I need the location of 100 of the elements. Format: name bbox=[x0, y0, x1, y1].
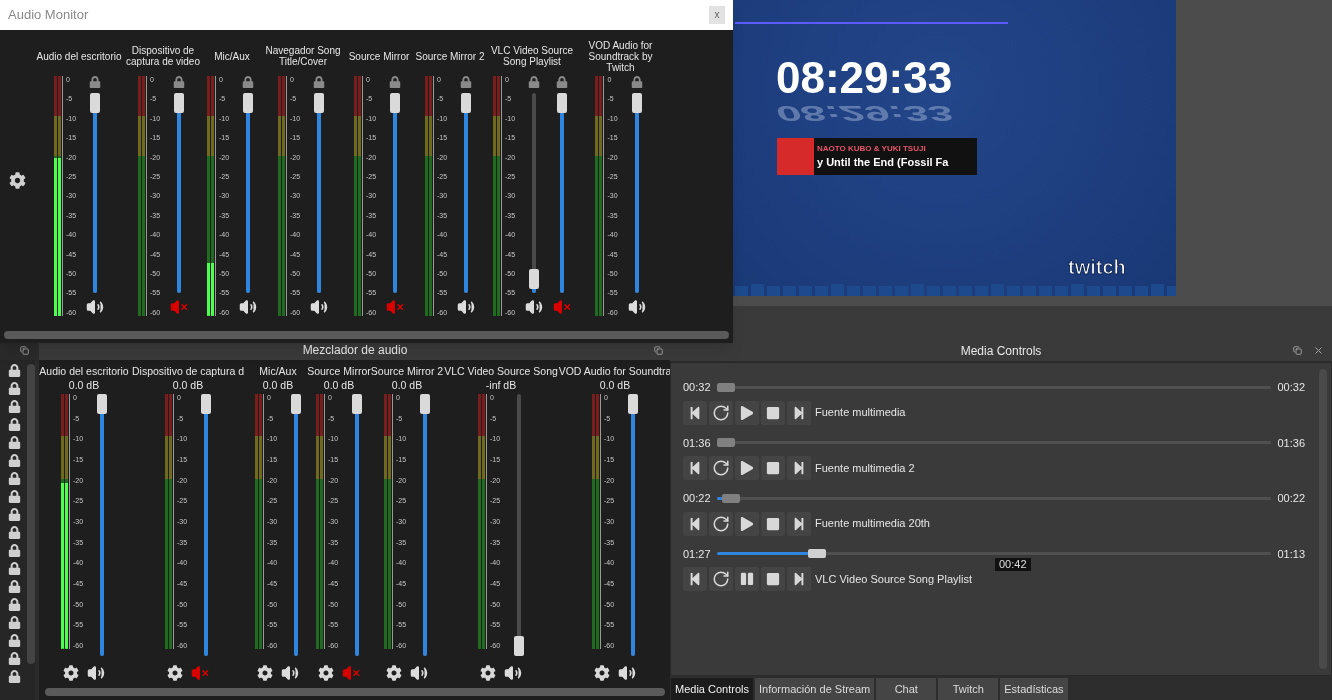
seek-slider[interactable] bbox=[717, 438, 1271, 448]
slider-handle[interactable] bbox=[420, 394, 431, 414]
dock-tab[interactable]: Estadísticas bbox=[1000, 678, 1068, 700]
seek-slider[interactable] bbox=[717, 549, 1271, 559]
restart-button[interactable] bbox=[709, 511, 733, 536]
volume-slider[interactable] bbox=[628, 394, 639, 656]
muted-speaker-icon[interactable] bbox=[170, 298, 189, 316]
lock-icon[interactable] bbox=[8, 526, 21, 539]
volume-slider[interactable] bbox=[174, 93, 185, 293]
float-icon[interactable] bbox=[20, 345, 29, 355]
muted-speaker-icon[interactable] bbox=[386, 298, 405, 316]
lock-icon[interactable] bbox=[8, 616, 21, 629]
slider-handle[interactable] bbox=[461, 93, 472, 113]
lock-icon[interactable] bbox=[460, 76, 473, 88]
dock-tab[interactable]: Media Controls bbox=[671, 678, 753, 700]
stop-button[interactable] bbox=[761, 456, 785, 480]
volume-slider[interactable] bbox=[631, 93, 642, 293]
restart-button[interactable] bbox=[709, 400, 733, 425]
previous-button[interactable] bbox=[683, 567, 707, 591]
previous-button[interactable] bbox=[683, 456, 707, 480]
volume-slider[interactable] bbox=[461, 93, 472, 293]
settings-icon[interactable] bbox=[594, 665, 610, 681]
slider-handle[interactable] bbox=[97, 394, 108, 414]
lock-icon[interactable] bbox=[8, 364, 21, 377]
muted-speaker-icon[interactable] bbox=[342, 664, 360, 682]
volume-slider[interactable] bbox=[420, 394, 431, 656]
lock-icon[interactable] bbox=[8, 652, 21, 665]
lock-icon[interactable] bbox=[8, 634, 21, 647]
seek-handle[interactable] bbox=[722, 493, 741, 503]
lock-icon[interactable] bbox=[8, 562, 21, 575]
lock-icon[interactable] bbox=[8, 472, 21, 485]
lock-icon[interactable] bbox=[8, 418, 21, 431]
slider-handle[interactable] bbox=[201, 394, 212, 414]
lock-icon[interactable] bbox=[389, 76, 402, 88]
lock-icon[interactable] bbox=[8, 508, 21, 521]
lock-icon[interactable] bbox=[8, 544, 21, 557]
lock-icon[interactable] bbox=[8, 400, 21, 413]
slider-handle[interactable] bbox=[631, 93, 642, 113]
previous-button[interactable] bbox=[683, 400, 707, 425]
speaker-icon[interactable] bbox=[504, 664, 522, 682]
muted-speaker-icon[interactable] bbox=[553, 298, 572, 316]
seek-handle[interactable] bbox=[717, 438, 735, 448]
lock-icon[interactable] bbox=[8, 580, 21, 593]
lock-icon[interactable] bbox=[556, 76, 569, 88]
volume-slider[interactable] bbox=[352, 394, 363, 656]
slider-handle[interactable] bbox=[291, 394, 302, 414]
play-button[interactable] bbox=[735, 400, 759, 425]
slider-handle[interactable] bbox=[352, 394, 363, 414]
speaker-icon[interactable] bbox=[239, 298, 258, 316]
speaker-icon[interactable] bbox=[525, 298, 544, 316]
speaker-icon[interactable] bbox=[87, 664, 105, 682]
volume-slider[interactable] bbox=[514, 394, 525, 656]
lock-icon[interactable] bbox=[8, 382, 21, 395]
horizontal-scrollbar[interactable] bbox=[4, 331, 729, 339]
lock-icon[interactable] bbox=[8, 436, 21, 449]
next-button[interactable] bbox=[787, 456, 811, 480]
pause-button[interactable] bbox=[735, 567, 759, 591]
volume-slider[interactable] bbox=[97, 394, 108, 656]
settings-icon[interactable] bbox=[318, 665, 334, 681]
lock-icon[interactable] bbox=[8, 670, 21, 683]
lock-icon[interactable] bbox=[242, 76, 255, 88]
next-button[interactable] bbox=[787, 567, 811, 591]
slider-handle[interactable] bbox=[514, 636, 525, 656]
next-button[interactable] bbox=[787, 400, 811, 425]
close-icon[interactable] bbox=[1313, 345, 1324, 356]
previous-button[interactable] bbox=[683, 511, 707, 536]
muted-speaker-icon[interactable] bbox=[191, 664, 209, 682]
slider-handle[interactable] bbox=[174, 93, 185, 113]
seek-handle[interactable] bbox=[717, 382, 735, 392]
horizontal-scrollbar[interactable] bbox=[45, 688, 665, 696]
dock-tab[interactable]: Información de Stream bbox=[755, 678, 875, 700]
lock-icon[interactable] bbox=[8, 454, 21, 467]
speaker-icon[interactable] bbox=[457, 298, 476, 316]
slider-handle[interactable] bbox=[314, 93, 325, 113]
volume-slider[interactable] bbox=[243, 93, 254, 293]
volume-slider[interactable] bbox=[390, 93, 401, 293]
play-button[interactable] bbox=[735, 456, 759, 480]
volume-slider[interactable] bbox=[201, 394, 212, 656]
speaker-icon[interactable] bbox=[281, 664, 299, 682]
seek-slider[interactable] bbox=[717, 382, 1271, 392]
slider-handle[interactable] bbox=[557, 93, 568, 113]
lock-icon[interactable] bbox=[630, 76, 643, 88]
lock-icon[interactable] bbox=[89, 76, 102, 88]
close-button[interactable]: x bbox=[709, 6, 725, 24]
seek-slider[interactable] bbox=[717, 493, 1271, 503]
dock-tab[interactable]: Chat bbox=[876, 678, 937, 700]
slider-handle[interactable] bbox=[628, 394, 639, 414]
speaker-icon[interactable] bbox=[310, 298, 329, 316]
stop-button[interactable] bbox=[761, 511, 785, 536]
slider-handle[interactable] bbox=[243, 93, 254, 113]
volume-slider[interactable] bbox=[90, 93, 101, 293]
vertical-scrollbar[interactable] bbox=[27, 364, 35, 664]
slider-handle[interactable] bbox=[90, 93, 101, 113]
volume-slider[interactable] bbox=[529, 93, 540, 293]
volume-slider[interactable] bbox=[291, 394, 302, 656]
float-icon[interactable] bbox=[654, 345, 663, 355]
settings-icon[interactable] bbox=[480, 665, 496, 681]
restart-button[interactable] bbox=[709, 456, 733, 480]
slider-handle[interactable] bbox=[390, 93, 401, 113]
speaker-icon[interactable] bbox=[86, 298, 105, 316]
